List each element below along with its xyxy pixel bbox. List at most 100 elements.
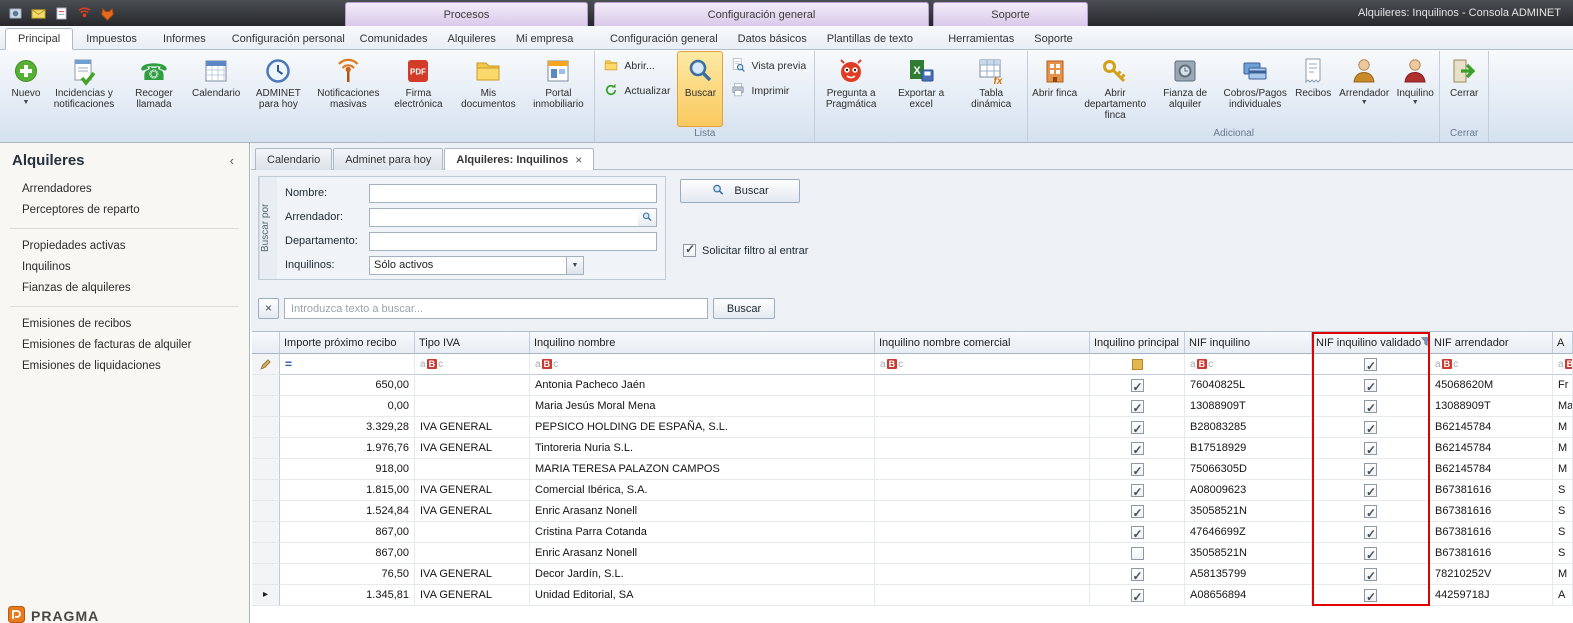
- ribbon-tab-configuraci-n-general[interactable]: Configuración general: [600, 28, 728, 50]
- validado-checkbox[interactable]: [1364, 400, 1377, 413]
- broadcast-icon[interactable]: [75, 4, 93, 22]
- principal-checkbox[interactable]: [1131, 442, 1144, 455]
- filter-cell-principal[interactable]: [1090, 354, 1185, 375]
- clear-search-button[interactable]: ×: [258, 298, 279, 319]
- sidebar-item-arrendadores[interactable]: Arrendadores: [0, 179, 249, 200]
- cell-comercial[interactable]: [875, 501, 1090, 522]
- ribbon-button-pregunta-a-pragm-tica[interactable]: Pregunta a Pragmática: [816, 51, 886, 127]
- cell-arrendador[interactable]: A: [1553, 585, 1573, 606]
- cell-tipo_iva[interactable]: [415, 459, 530, 480]
- ribbon-button-imprimir[interactable]: Imprimir: [725, 81, 811, 101]
- text-filter-icon[interactable]: aBc: [535, 354, 558, 375]
- cell-nombre[interactable]: Maria Jesús Moral Mena: [530, 396, 875, 417]
- cell-importe[interactable]: 867,00: [280, 522, 415, 543]
- cell-tipo_iva[interactable]: IVA GENERAL: [415, 501, 530, 522]
- cell-nif[interactable]: 13088909T: [1185, 396, 1312, 417]
- cell-nif[interactable]: 47646699Z: [1185, 522, 1312, 543]
- cell-comercial[interactable]: [875, 375, 1090, 396]
- lookup-search-icon[interactable]: [638, 209, 656, 226]
- sidebar-item-fianzas-de-alquileres[interactable]: Fianzas de alquileres: [0, 278, 249, 299]
- cell-arrendador[interactable]: M: [1553, 459, 1573, 480]
- filter-cell-nif_arrendador[interactable]: aBc: [1430, 354, 1553, 375]
- cell-principal[interactable]: [1090, 480, 1185, 501]
- validado-checkbox[interactable]: [1364, 547, 1377, 560]
- cell-nif_arrendador[interactable]: 45068620M: [1430, 375, 1553, 396]
- app-window-icon[interactable]: [6, 4, 24, 22]
- ribbon-button-notificaciones-masivas[interactable]: Notificaciones masivas: [313, 51, 383, 127]
- ribbon-button-adminet-para-hoy[interactable]: ADMINET para hoy: [243, 51, 313, 127]
- filter-cell-nombre[interactable]: aBc: [530, 354, 875, 375]
- cell-nif[interactable]: B17518929: [1185, 438, 1312, 459]
- ribbon-button-firma-electr-nica[interactable]: PDFFirma electrónica: [383, 51, 453, 127]
- cell-importe[interactable]: 867,00: [280, 543, 415, 564]
- text-filter-icon[interactable]: aBc: [880, 354, 903, 375]
- ribbon-button-buscar[interactable]: Buscar: [677, 51, 723, 127]
- ribbon-button-exportar-a-excel[interactable]: XExportar a excel: [886, 51, 956, 127]
- cell-arrendador[interactable]: S: [1553, 522, 1573, 543]
- cell-comercial[interactable]: [875, 564, 1090, 585]
- cell-tipo_iva[interactable]: IVA GENERAL: [415, 417, 530, 438]
- cell-nif[interactable]: 76040825L: [1185, 375, 1312, 396]
- ribbon-tab-soporte[interactable]: Soporte: [1024, 28, 1083, 50]
- ribbon-button-arrendador[interactable]: Arrendador▼: [1336, 51, 1392, 127]
- principal-checkbox[interactable]: [1131, 547, 1144, 560]
- sidebar-item-emisiones-de-recibos[interactable]: Emisiones de recibos: [0, 314, 249, 335]
- cell-nombre[interactable]: Unidad Editorial, SA: [530, 585, 875, 606]
- cell-importe[interactable]: 0,00: [280, 396, 415, 417]
- cell-nif_arrendador[interactable]: B67381616: [1430, 480, 1553, 501]
- cell-nif_arrendador[interactable]: B67381616: [1430, 522, 1553, 543]
- cell-principal[interactable]: [1090, 543, 1185, 564]
- principal-checkbox[interactable]: [1131, 463, 1144, 476]
- document-tab-adminet-para-hoy[interactable]: Adminet para hoy: [333, 148, 443, 170]
- cell-nif_arrendador[interactable]: B62145784: [1430, 459, 1553, 480]
- text-filter-icon[interactable]: aBc: [1558, 354, 1573, 375]
- cell-arrendador[interactable]: M: [1553, 438, 1573, 459]
- cell-validado[interactable]: [1312, 438, 1430, 459]
- ribbon-tab-datos-b-sicos[interactable]: Datos básicos: [728, 28, 817, 50]
- cell-nombre[interactable]: Decor Jardín, S.L.: [530, 564, 875, 585]
- ribbon-tab-informes[interactable]: Informes: [150, 28, 219, 50]
- text-filter-icon[interactable]: aBc: [1435, 354, 1458, 375]
- cell-nombre[interactable]: Comercial Ibérica, S.A.: [530, 480, 875, 501]
- ribbon-tab-mi-empresa[interactable]: Mi empresa: [506, 28, 583, 50]
- cell-nif[interactable]: B28083285: [1185, 417, 1312, 438]
- cell-validado[interactable]: [1312, 480, 1430, 501]
- ribbon-tab-comunidades[interactable]: Comunidades: [350, 28, 438, 50]
- ribbon-button-cobros-pagos-individuales[interactable]: Cobros/Pagos individuales: [1220, 51, 1290, 127]
- principal-checkbox[interactable]: [1131, 505, 1144, 518]
- cell-nif[interactable]: A58135799: [1185, 564, 1312, 585]
- principal-checkbox[interactable]: [1131, 526, 1144, 539]
- ribbon-tab-principal[interactable]: Principal: [5, 28, 73, 50]
- cell-comercial[interactable]: [875, 585, 1090, 606]
- cell-comercial[interactable]: [875, 438, 1090, 459]
- clipboard-icon[interactable]: [52, 4, 70, 22]
- ribbon-button-tabla-din-mica[interactable]: fxTabla dinámica: [956, 51, 1026, 127]
- cell-comercial[interactable]: [875, 459, 1090, 480]
- ribbon-button-nuevo[interactable]: Nuevo▼: [3, 51, 49, 127]
- cell-arrendador[interactable]: S: [1553, 543, 1573, 564]
- cell-validado[interactable]: [1312, 375, 1430, 396]
- ribbon-button-abrir-[interactable]: Abrir...: [598, 56, 675, 76]
- mail-icon[interactable]: [29, 4, 47, 22]
- close-tab-icon[interactable]: ×: [575, 150, 582, 170]
- cell-nif_arrendador[interactable]: 78210252V: [1430, 564, 1553, 585]
- cell-nombre[interactable]: Cristina Parra Cotanda: [530, 522, 875, 543]
- ribbon-button-actualizar[interactable]: Actualizar: [598, 81, 675, 101]
- sidebar-item-propiedades-activas[interactable]: Propiedades activas: [0, 236, 249, 257]
- column-header-importe[interactable]: Importe próximo recibo: [280, 332, 415, 354]
- principal-checkbox[interactable]: [1131, 484, 1144, 497]
- sidebar-collapse-button[interactable]: ‹: [227, 153, 237, 168]
- validado-checkbox[interactable]: [1364, 442, 1377, 455]
- cell-principal[interactable]: [1090, 417, 1185, 438]
- cell-importe[interactable]: 1.524,84: [280, 501, 415, 522]
- equals-filter-icon[interactable]: =: [285, 354, 292, 374]
- validado-checkbox[interactable]: [1364, 421, 1377, 434]
- text-filter-icon[interactable]: aBc: [420, 354, 443, 375]
- request-filter-checkbox[interactable]: Solicitar filtro al entrar: [683, 244, 808, 257]
- validado-checkbox[interactable]: [1364, 568, 1377, 581]
- cell-importe[interactable]: 1.345,81: [280, 585, 415, 606]
- cell-principal[interactable]: [1090, 396, 1185, 417]
- column-header-comercial[interactable]: Inquilino nombre comercial: [875, 332, 1090, 354]
- cell-nombre[interactable]: Antonia Pacheco Jaén: [530, 375, 875, 396]
- cell-importe[interactable]: 650,00: [280, 375, 415, 396]
